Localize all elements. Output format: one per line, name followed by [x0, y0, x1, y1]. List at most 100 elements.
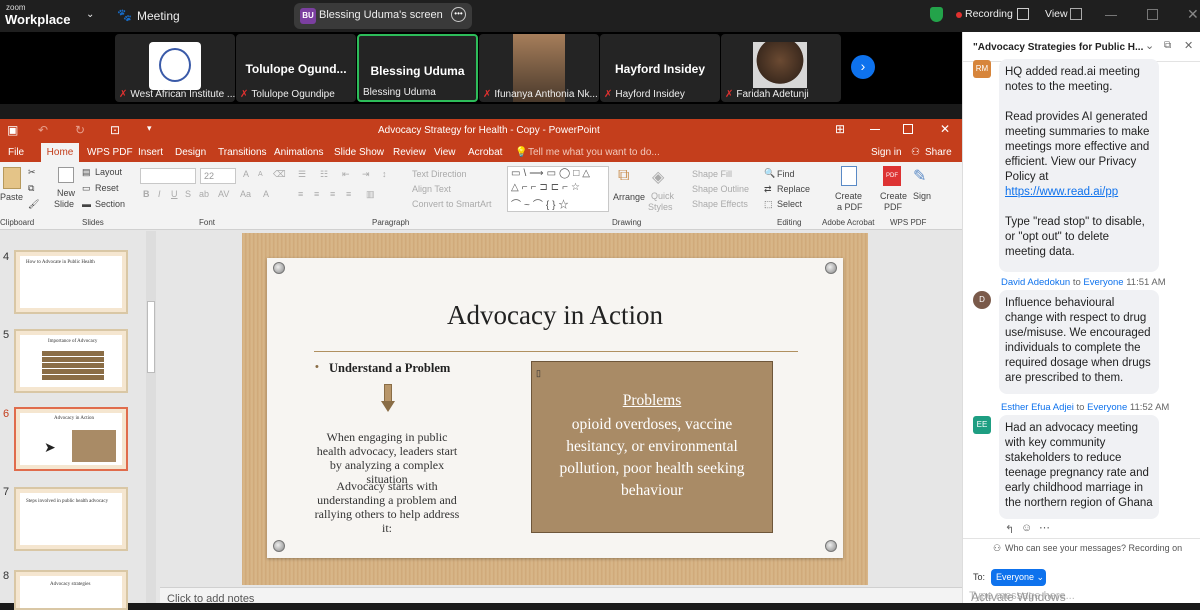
align-center-icon[interactable]: ≡	[314, 189, 319, 199]
shapes-gallery[interactable]: ▭\⟶▭◯□△ △⌐⌐⊐⊏⌐☆ ⌒~⌒{}☆	[507, 166, 609, 212]
participant-tile-active[interactable]: Blessing Uduma Blessing Uduma	[357, 34, 478, 102]
italic-icon[interactable]: I	[158, 189, 161, 199]
screen-share-pill[interactable]: BU Blessing Uduma's screen •••	[294, 3, 472, 29]
increase-indent-icon[interactable]: ⇥	[362, 169, 370, 180]
shield-icon[interactable]	[930, 7, 943, 22]
convert-smartart-button[interactable]: Convert to SmartArt	[412, 199, 492, 209]
format-painter-icon[interactable]: 🖌	[28, 199, 39, 210]
slide-bullet[interactable]: Understand a Problem	[329, 361, 450, 376]
replace-button[interactable]: Replace	[777, 184, 810, 194]
new-slide-icon[interactable]	[58, 167, 74, 183]
strikethrough-icon[interactable]: ab	[199, 189, 209, 199]
privacy-link[interactable]: https://www.read.ai/pp	[1005, 185, 1153, 200]
change-case-icon[interactable]: Aa	[240, 189, 251, 199]
pop-out-icon[interactable]: ⧉	[1164, 40, 1171, 51]
grid-icon[interactable]	[1017, 8, 1029, 20]
tab-design[interactable]: Design	[175, 147, 206, 158]
paste-icon[interactable]	[3, 167, 21, 189]
decrease-indent-icon[interactable]: ⇤	[342, 169, 350, 180]
chevron-down-icon[interactable]: ⌄	[86, 9, 94, 20]
maximize-icon[interactable]	[1147, 9, 1158, 20]
privacy-note[interactable]: Who can see your messages? Recording on	[1005, 543, 1182, 553]
slide-thumbnail[interactable]: Advocacy strategies	[14, 570, 128, 610]
align-left-icon[interactable]: ≡	[298, 189, 303, 199]
layout-button[interactable]: Layout	[95, 167, 122, 177]
underline-icon[interactable]: U	[171, 189, 178, 199]
view-label[interactable]: View	[1045, 8, 1068, 20]
recording-label[interactable]: Recording	[965, 8, 1013, 20]
save-icon[interactable]: ▣	[7, 123, 18, 137]
paste-label[interactable]: Paste	[0, 192, 23, 202]
next-page-arrow-icon[interactable]: ›	[851, 55, 875, 79]
close-icon[interactable]: ✕	[1187, 6, 1199, 23]
tab-transitions[interactable]: Transitions	[218, 147, 267, 158]
customize-icon[interactable]: ▾	[147, 123, 152, 134]
shape-outline-button[interactable]: Shape Outline	[692, 184, 749, 194]
thumbnail-scrollbar[interactable]	[146, 231, 156, 603]
create-pdf-label-2[interactable]: a PDF	[837, 202, 863, 212]
align-text-button[interactable]: Align Text	[412, 184, 451, 194]
quick-styles-label-2[interactable]: Styles	[648, 202, 673, 212]
ribbon-options-icon[interactable]: ⊞	[835, 122, 845, 136]
arrange-icon[interactable]: ⧉	[618, 167, 629, 185]
slide-thumbnail-selected[interactable]: Advocacy in Action ➤	[14, 407, 128, 471]
emoji-icon[interactable]: ☺	[1021, 522, 1032, 534]
share-button[interactable]: Share	[925, 147, 952, 158]
new-slide-label[interactable]: New	[57, 188, 75, 198]
tab-home[interactable]: Home	[41, 143, 79, 162]
align-right-icon[interactable]: ≡	[330, 189, 335, 199]
new-slide-label-2[interactable]: Slide	[54, 199, 74, 209]
slide-paragraph-1[interactable]: When engaging in public health advocacy,…	[312, 430, 462, 486]
wps-pdf-label[interactable]: PDF	[884, 202, 902, 212]
more-icon[interactable]: •••	[451, 7, 466, 22]
justify-icon[interactable]: ≡	[346, 189, 351, 199]
current-slide[interactable]: Advocacy in Action • Understand a Proble…	[242, 233, 868, 585]
tab-file[interactable]: File	[8, 147, 24, 158]
participant-tile[interactable]: Hayford Insidey ✗ Hayford Insidey	[600, 34, 720, 102]
quick-styles-label[interactable]: Quick	[651, 191, 674, 201]
copy-icon[interactable]: ⧉	[28, 183, 34, 194]
notes-pane[interactable]: Click to add notes	[160, 587, 962, 605]
reset-button[interactable]: Reset	[95, 183, 119, 193]
tab-wps-pdf[interactable]: WPS PDF	[87, 147, 133, 158]
participant-tile[interactable]: ✗ Ifunanya Anthonia Nk...	[479, 34, 599, 102]
close-chat-icon[interactable]: ✕	[1184, 39, 1193, 52]
participant-tile[interactable]: ✗ Faridah Adetunji	[721, 34, 841, 102]
tab-insert[interactable]: Insert	[138, 147, 163, 158]
recipient-select[interactable]: Everyone ⌄	[991, 569, 1046, 586]
minimize-icon[interactable]	[870, 129, 880, 130]
grow-font-icon[interactable]: A	[243, 169, 249, 179]
slide-paragraph-2[interactable]: Advocacy starts with understanding a pro…	[312, 479, 462, 535]
sign-icon[interactable]: ✎	[913, 166, 926, 186]
shape-fill-button[interactable]: Shape Fill	[692, 169, 732, 179]
sign-in-link[interactable]: Sign in	[871, 147, 902, 158]
participant-tile[interactable]: ✗ West African Institute ...	[115, 34, 235, 102]
tab-animations[interactable]: Animations	[274, 147, 323, 158]
line-spacing-icon[interactable]: ↕	[382, 169, 387, 179]
problems-box[interactable]: ▯ Problems opioid overdoses, vaccine hes…	[531, 361, 773, 533]
create-pdf-icon[interactable]	[841, 166, 857, 186]
shape-effects-button[interactable]: Shape Effects	[692, 199, 748, 209]
font-name-select[interactable]	[140, 168, 196, 184]
cut-icon[interactable]: ✂	[28, 167, 36, 178]
presenter-icon[interactable]: ⊡	[110, 123, 120, 137]
find-button[interactable]: Find	[777, 169, 795, 179]
shrink-font-icon[interactable]: A	[258, 171, 263, 178]
tab-view[interactable]: View	[434, 147, 456, 158]
slide-title[interactable]: Advocacy in Action	[267, 300, 843, 331]
reply-icon[interactable]: ↰	[1005, 523, 1014, 536]
view-icon[interactable]	[1070, 8, 1082, 20]
font-color-icon[interactable]: A	[263, 189, 269, 199]
slide-thumbnail[interactable]: How to Advocate in Public Health	[14, 250, 128, 314]
columns-icon[interactable]: ▥	[366, 189, 375, 200]
create-pdf-label[interactable]: Create	[835, 191, 862, 201]
char-spacing-icon[interactable]: AV	[218, 189, 229, 199]
section-button[interactable]: Section	[95, 199, 125, 209]
chevron-down-icon[interactable]: ⌄	[1145, 39, 1154, 52]
tab-review[interactable]: Review	[393, 147, 426, 158]
clear-format-icon[interactable]: ⌫	[273, 169, 286, 180]
font-size-select[interactable]: 22	[200, 168, 236, 184]
notes-placeholder[interactable]: Click to add notes	[167, 593, 254, 605]
numbering-icon[interactable]: ☷	[320, 169, 328, 180]
bold-icon[interactable]: B	[143, 189, 150, 199]
